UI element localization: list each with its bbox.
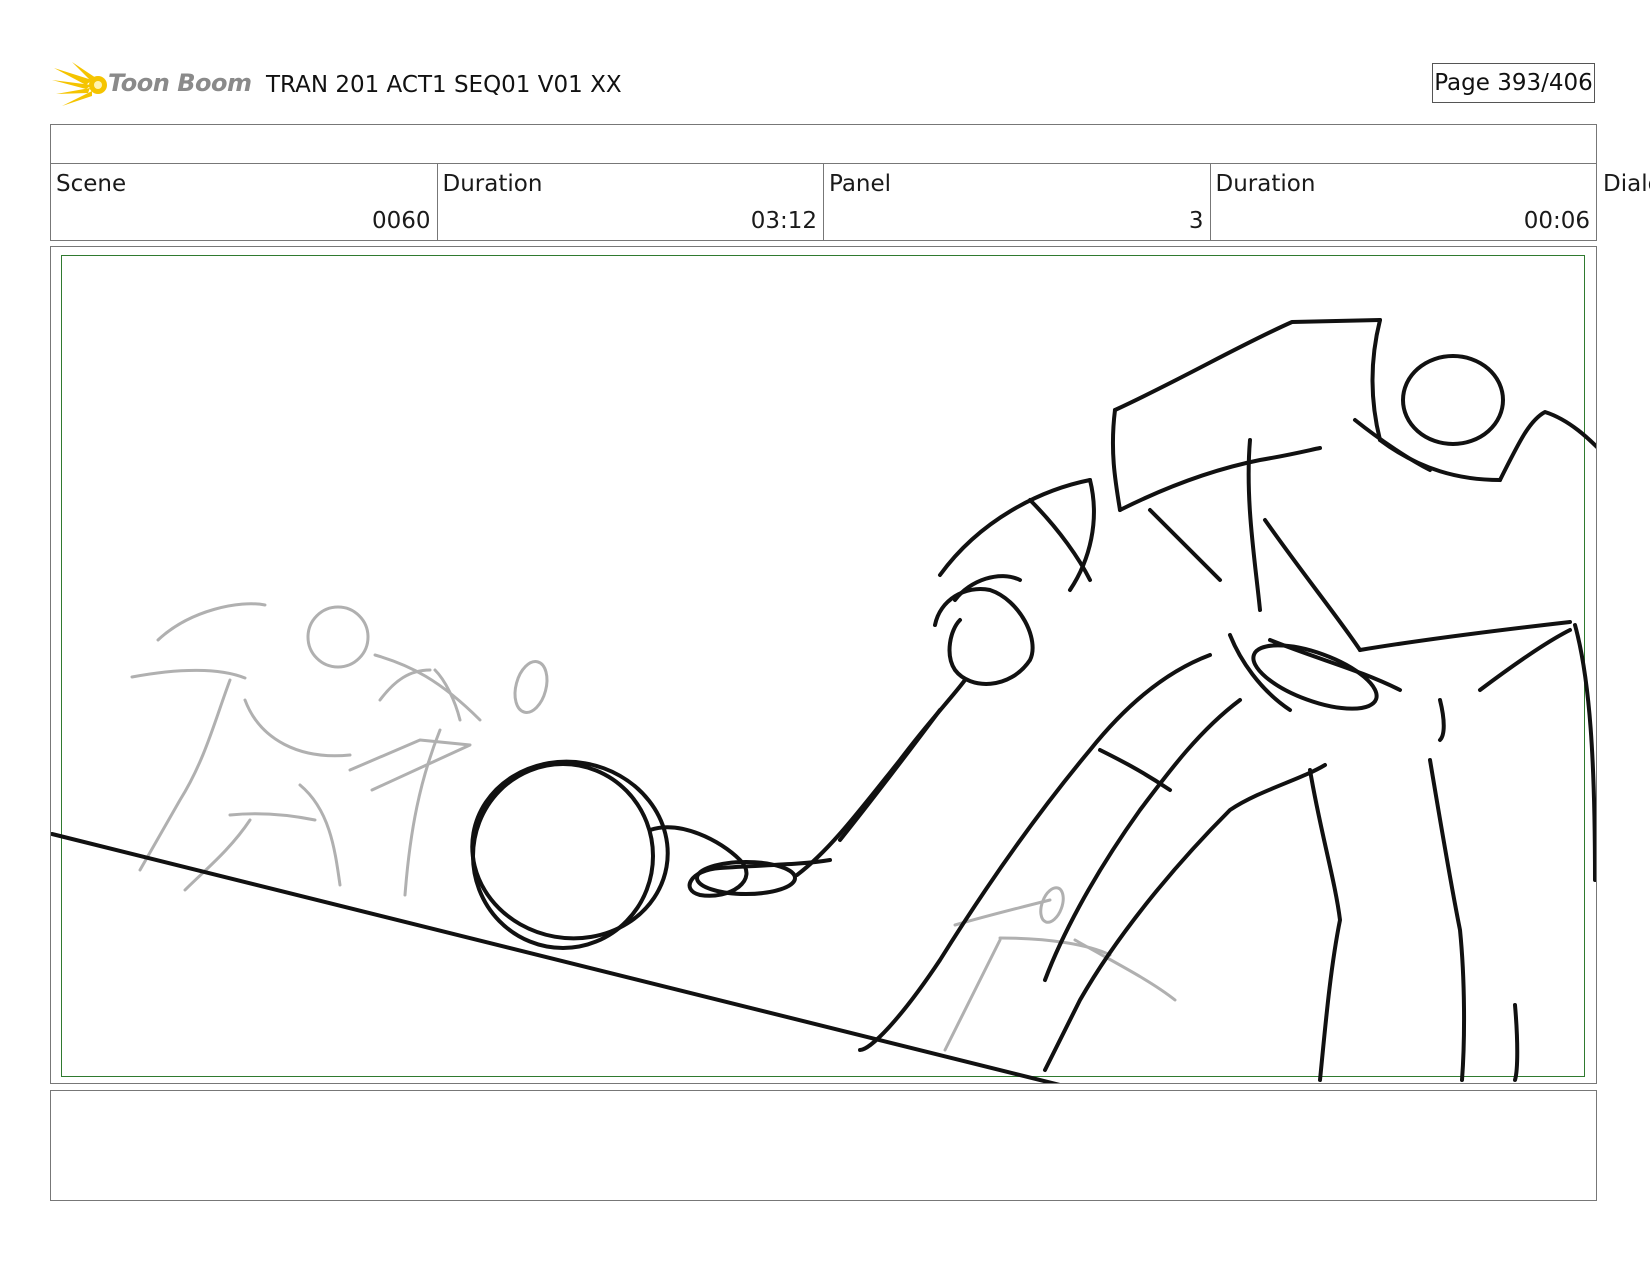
storyboard-sketch xyxy=(51,318,1596,1083)
clean-sketch-lines xyxy=(51,318,1596,1083)
dialog-notes-box xyxy=(50,1090,1597,1201)
